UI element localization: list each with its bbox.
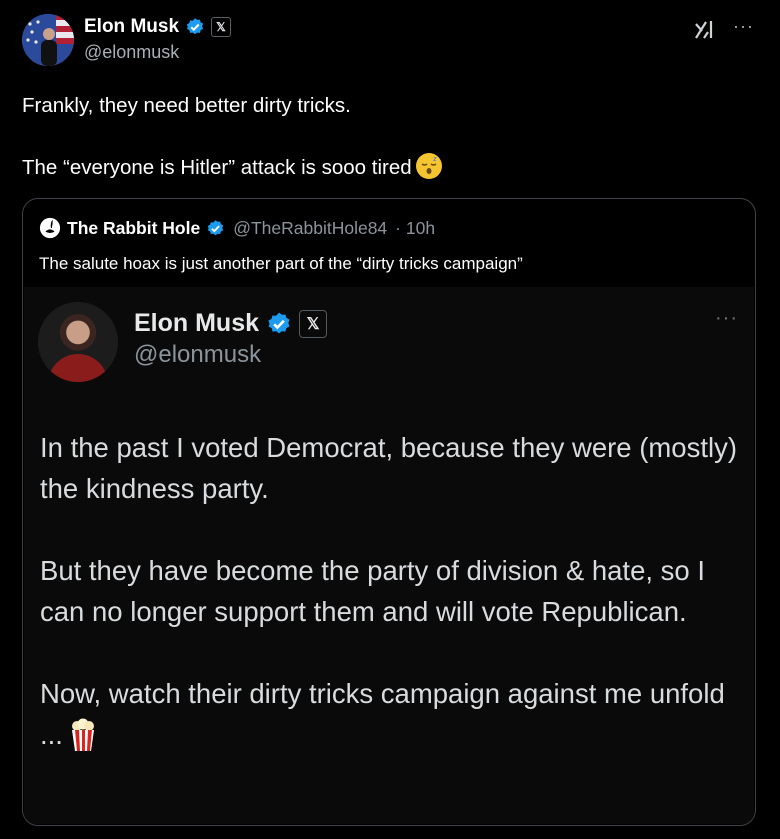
quote-author-handle[interactable]: @TheRabbitHole84 (233, 218, 387, 239)
tweet-header: Elon Musk 𝕏 @elonmusk ··· (22, 14, 758, 68)
popcorn-emoji-icon (71, 718, 94, 751)
quote-timestamp[interactable]: · 10h (395, 218, 435, 239)
tweet-text-line: Frankly, they need better dirty tricks. (22, 94, 351, 117)
quote-text: The salute hoax is just another part of … (39, 254, 523, 273)
author-name[interactable]: Elon Musk (84, 16, 179, 38)
flag-avatar-graphic (22, 14, 74, 66)
tweet-text: Frankly, they need better dirty tricks. … (22, 90, 752, 183)
embedded-tweet-text: In the past I voted Democrat, because th… (40, 427, 740, 755)
quote-author-name[interactable]: The Rabbit Hole (67, 218, 200, 239)
author-handle[interactable]: @elonmusk (84, 42, 179, 63)
quote-header: The Rabbit Hole @TheRabbitHole84 · 10h (39, 217, 435, 239)
embedded-paragraph-3-text: Now, watch their dirty tricks campaign a… (40, 678, 725, 750)
tweet-text-line-2: The “everyone is Hitler” attack is sooo … (22, 152, 752, 183)
embedded-name-row: Elon Musk 𝕏 (134, 309, 328, 338)
embedded-paragraph-3: Now, watch their dirty tricks campaign a… (40, 673, 740, 755)
verified-icon (206, 219, 225, 238)
embedded-paragraph-1: In the past I voted Democrat, because th… (40, 432, 737, 504)
verified-icon (185, 17, 205, 37)
more-icon: ··· (715, 307, 738, 329)
svg-text:z: z (433, 155, 437, 163)
avatar[interactable] (22, 14, 74, 66)
rabbit-icon (39, 217, 61, 239)
author-name-row: Elon Musk 𝕏 (84, 16, 232, 38)
quote-tweet-card[interactable]: The Rabbit Hole @TheRabbitHole84 · 10h T… (22, 198, 756, 826)
more-icon[interactable]: ··· (733, 16, 754, 37)
embedded-paragraph-2: But they have become the party of divisi… (40, 555, 705, 627)
sleeping-emoji-icon: z (415, 153, 442, 179)
verified-icon (266, 311, 292, 337)
tweet-text-line-2-text: The “everyone is Hitler” attack is sooo … (22, 156, 412, 179)
embedded-tweet-image[interactable]: Elon Musk 𝕏 @elonmusk ··· In the past I … (24, 287, 754, 824)
embedded-avatar (38, 302, 118, 382)
embedded-author-name: Elon Musk (134, 309, 260, 337)
embedded-author-handle: @elonmusk (134, 341, 262, 368)
x-badge-icon: 𝕏 (299, 309, 328, 338)
x-badge-icon: 𝕏 (211, 17, 232, 37)
grok-icon[interactable] (692, 18, 716, 42)
